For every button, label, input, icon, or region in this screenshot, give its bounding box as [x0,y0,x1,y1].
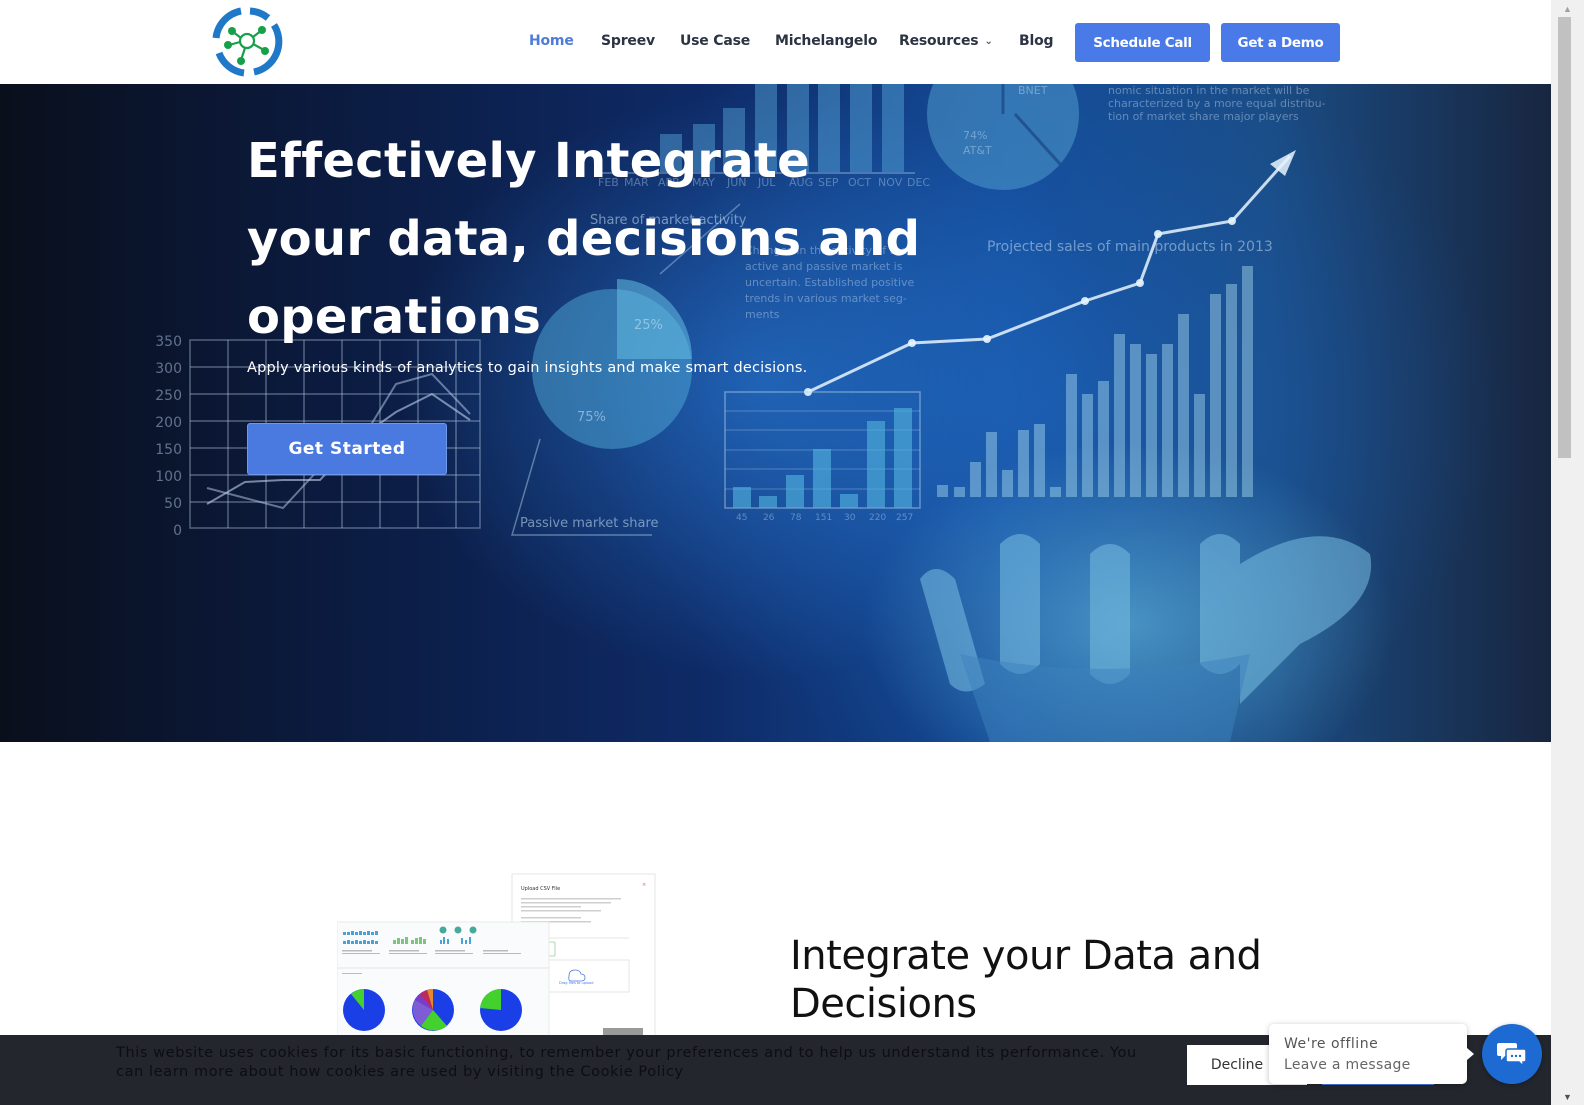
svg-text:78: 78 [790,513,802,523]
nav-home[interactable]: Home [529,33,574,49]
svg-text:AT&T: AT&T [963,144,992,157]
chat-icon [1497,1043,1527,1067]
hero-title-line: Effectively Integrate [247,133,811,189]
get-demo-button[interactable]: Get a Demo [1221,23,1340,62]
svg-text:75%: 75% [577,410,606,425]
svg-text:250: 250 [155,388,182,404]
svg-text:50: 50 [164,496,182,512]
svg-text:26: 26 [763,513,775,523]
svg-text:151: 151 [815,513,832,523]
scroll-down-arrow-icon[interactable]: ▼ [1551,1088,1584,1105]
chat-status: We're offline [1284,1036,1379,1052]
nav-spreev[interactable]: Spreev [601,33,655,49]
svg-text:200: 200 [155,415,182,431]
decline-label: Decline [1210,1057,1264,1073]
svg-text:Passive market share: Passive market share [520,516,659,531]
mockup-pie-charts [343,988,522,1031]
bg-right-bar-chart [937,266,1253,497]
logo-icon [212,7,283,77]
site-header: Home Spreev Use Case Michelangelo Resour… [0,0,1551,84]
chevron-down-icon: ⌄ [984,36,993,47]
svg-text:characterized by a more equal: characterized by a more equal distribu- [1108,97,1326,110]
nav-michelangelo[interactable]: Michelangelo [775,33,877,49]
nav-resources-label: Resources [899,33,979,49]
feature-title: Integrate your Data and Decisions [790,933,1262,1027]
svg-text:100: 100 [155,469,182,485]
chat-launcher-button[interactable] [1482,1024,1542,1084]
bg-projection-caption: Projected sales of main products in 2013 [987,239,1273,255]
scroll-up-arrow-icon[interactable]: ▲ [1551,0,1584,17]
page-scrollbar[interactable]: ▲ ▼ [1551,0,1584,1105]
hero-title-line: operations [247,289,542,345]
svg-text:×: × [642,882,646,888]
dashboard-mockup-image: Upload CSV File × Drag files to upload [336,872,657,1043]
svg-text:150: 150 [155,442,182,458]
svg-text:Drag files to upload: Drag files to upload [559,981,593,985]
nav-blog[interactable]: Blog [1019,33,1054,49]
hero-subtitle: Apply various kinds of analytics to gain… [247,360,808,376]
bg-bar-labels: 45 26 78 151 30 220 257 [736,513,913,523]
svg-text:45: 45 [736,513,747,523]
bg-bottom-bar-chart: 45 26 78 151 30 220 257 [724,391,921,523]
get-started-button[interactable]: Get Started [247,423,447,475]
svg-text:220: 220 [869,513,886,523]
hero-title-line: your data, decisions and [247,211,921,267]
nav-resources[interactable]: Resources ⌄ [899,33,993,49]
svg-text:tion of market share major pla: tion of market share major players [1108,110,1299,123]
hero-title: Effectively Integrate your data, decisio… [247,122,947,356]
svg-text:300: 300 [155,361,182,377]
nav-use-case[interactable]: Use Case [680,33,750,49]
svg-text:30: 30 [844,513,856,523]
scrollbar-thumb[interactable] [1558,17,1571,458]
logo[interactable] [210,5,284,79]
svg-text:0: 0 [173,523,182,539]
svg-text:350: 350 [155,334,182,350]
cookie-text: This website uses cookies for its basic … [116,1045,1137,1080]
svg-text:BNET: BNET [1018,84,1048,97]
svg-text:257: 257 [896,513,913,523]
bg-hand [920,534,1372,742]
bg-line-chart-ticks: 350 300 250 200 150 100 50 0 [155,334,182,539]
svg-text:74%: 74% [963,129,987,142]
chat-prompt: Leave a message [1284,1057,1411,1073]
schedule-call-button[interactable]: Schedule Call [1075,23,1210,62]
chat-offline-bubble[interactable]: We're offline Leave a message [1269,1024,1474,1084]
svg-text:nomic situation in the market: nomic situation in the market will be [1108,84,1310,97]
upload-dialog-title: Upload CSV File [521,886,560,892]
hero-section: 350 300 250 200 150 100 50 0 FEB MAR APR MAY JUN… [0,84,1551,742]
bg-pie-large [927,84,1079,190]
